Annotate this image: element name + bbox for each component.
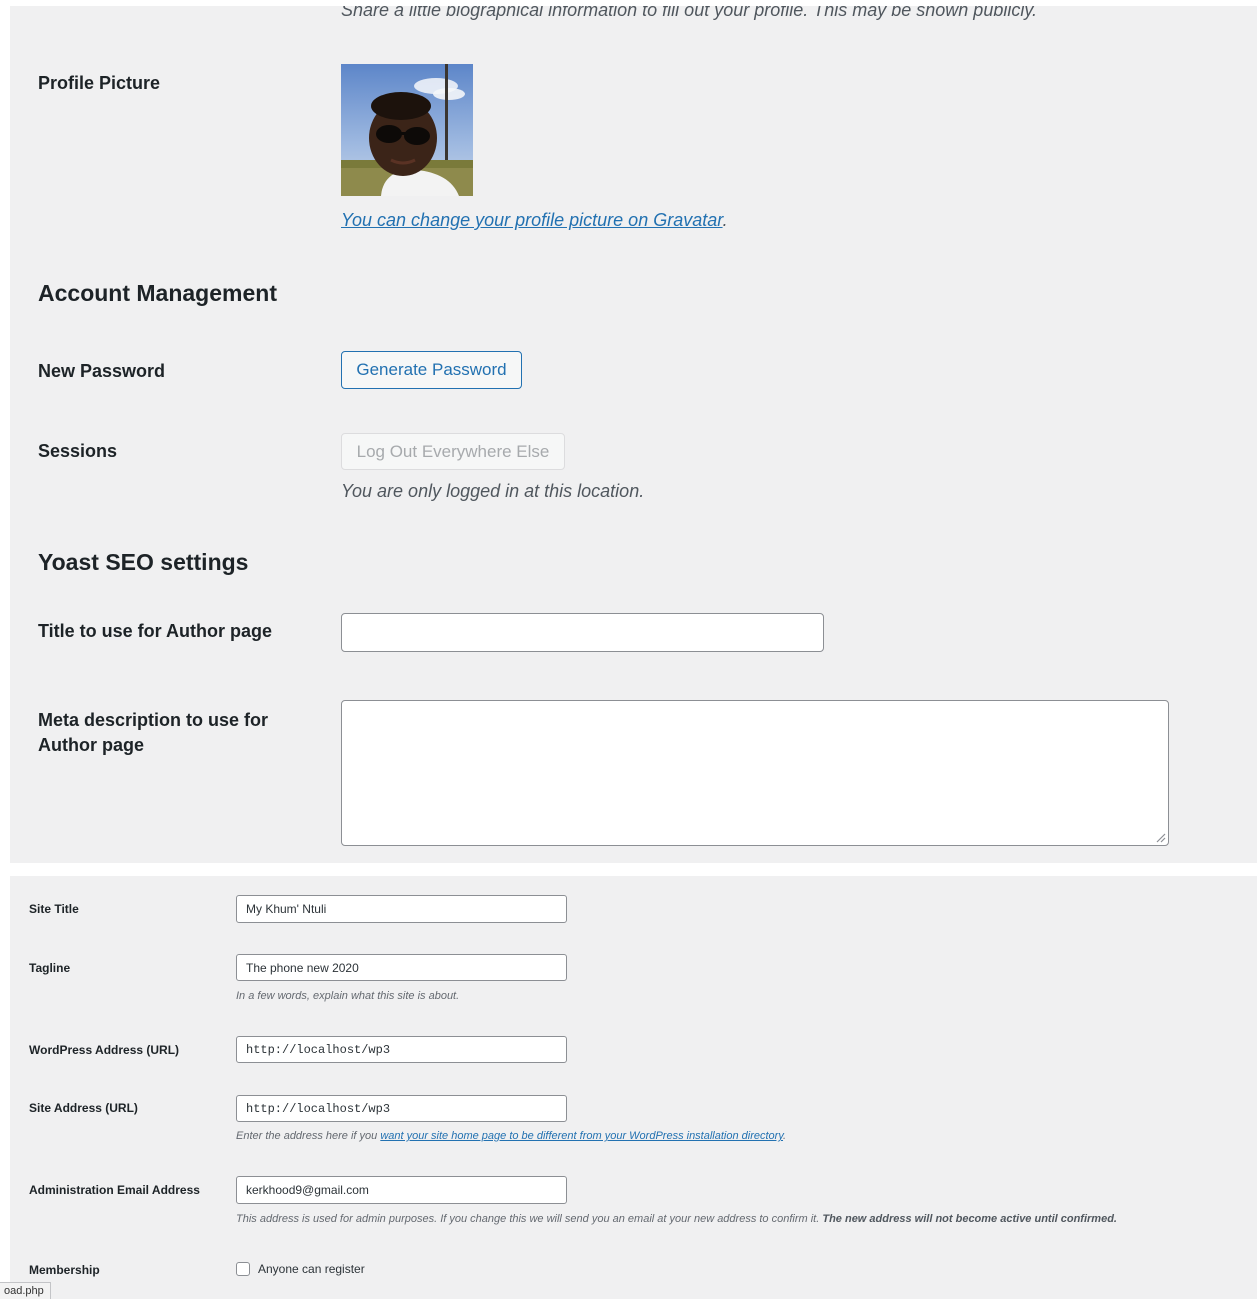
meta-description-textarea[interactable] (341, 700, 1169, 846)
bio-description: Share a little biographical information … (341, 6, 1038, 20)
status-bar-url: oad.php (0, 1282, 51, 1299)
gravatar-link-suffix: . (722, 210, 728, 230)
gravatar-link-row: You can change your profile picture on G… (341, 210, 728, 231)
site-title-label: Site Title (29, 902, 79, 916)
avatar-illustration (341, 64, 473, 196)
admin-email-description: This address is used for admin purposes.… (236, 1213, 1117, 1225)
profile-panel: Share a little biographical information … (10, 6, 1257, 863)
site-address-description: Enter the address here if you want your … (236, 1130, 786, 1142)
membership-option[interactable]: Anyone can register (236, 1262, 365, 1276)
tagline-description: In a few words, explain what this site i… (236, 990, 460, 1002)
admin-email-description-text: This address is used for admin purposes.… (236, 1213, 820, 1225)
wordpress-address-input[interactable]: http://localhost/wp3 (236, 1036, 567, 1063)
account-management-heading: Account Management (38, 280, 277, 306)
site-address-description-prefix: Enter the address here if you (236, 1130, 381, 1142)
author-title-input[interactable] (341, 613, 824, 652)
sessions-description: You are only logged in at this location. (341, 481, 645, 501)
site-title-input[interactable]: My Khum' Ntuli (236, 895, 567, 923)
meta-description-label-line1: Meta description to use for (38, 710, 269, 730)
wordpress-address-label: WordPress Address (URL) (29, 1043, 180, 1057)
author-title-label: Title to use for Author page (38, 621, 273, 641)
new-password-label: New Password (38, 361, 166, 381)
admin-email-input[interactable]: kerkhood9@gmail.com (236, 1176, 567, 1204)
gravatar-link[interactable]: You can change your profile picture on G… (341, 210, 723, 230)
profile-picture-label: Profile Picture (38, 73, 161, 93)
meta-description-label: Meta description to use for Author page (38, 708, 268, 758)
site-address-description-link[interactable]: want your site home page to be different… (380, 1130, 783, 1142)
sessions-label: Sessions (38, 441, 118, 461)
tagline-input[interactable]: The phone new 2020 (236, 954, 567, 981)
logout-everywhere-button[interactable]: Log Out Everywhere Else (341, 433, 565, 470)
meta-description-label-line2: Author page (38, 735, 144, 755)
profile-avatar-image (341, 64, 473, 196)
tagline-label: Tagline (29, 961, 71, 975)
site-address-description-suffix: . (783, 1130, 787, 1142)
generate-password-button[interactable]: Generate Password (341, 351, 522, 389)
membership-label: Membership (29, 1263, 100, 1277)
textarea-resize-icon[interactable] (1154, 831, 1166, 843)
admin-email-description-bold: The new address will not become active u… (822, 1213, 1117, 1225)
membership-checkbox-label[interactable]: Anyone can register (258, 1262, 365, 1276)
site-address-input[interactable]: http://localhost/wp3 (236, 1095, 567, 1122)
membership-checkbox[interactable] (236, 1262, 250, 1276)
general-settings-panel: Site Title My Khum' Ntuli Tagline The ph… (10, 876, 1257, 1299)
yoast-seo-heading: Yoast SEO settings (38, 549, 249, 575)
admin-email-label: Administration Email Address (29, 1183, 200, 1197)
site-address-label: Site Address (URL) (29, 1101, 138, 1115)
